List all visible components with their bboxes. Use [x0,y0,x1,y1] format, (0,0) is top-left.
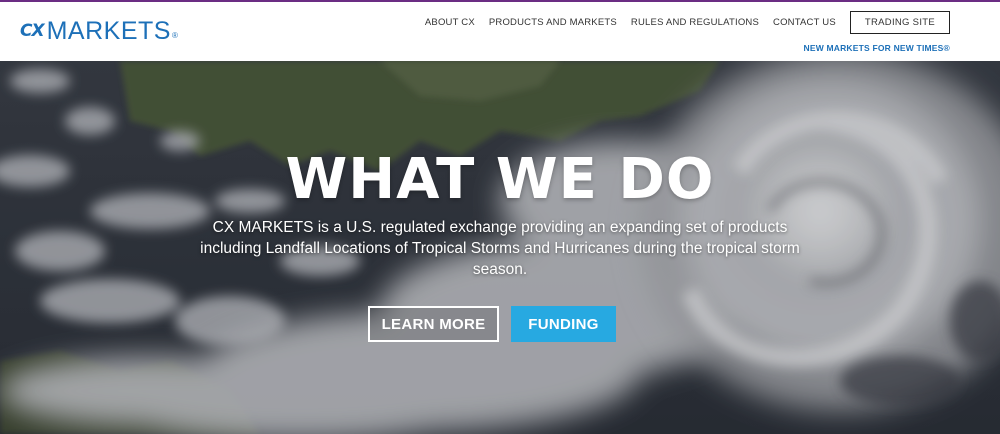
logo-cx-mark: CX [20,21,45,41]
nav-products-and-markets[interactable]: PRODUCTS AND MARKETS [489,17,617,28]
tagline: NEW MARKETS FOR NEW TIMES® [803,43,950,53]
funding-button[interactable]: FUNDING [511,306,616,342]
logo[interactable]: CX MARKETS ® [20,16,178,46]
site-header: CX MARKETS ® ABOUT CX PRODUCTS AND MARKE… [0,2,1000,61]
learn-more-button[interactable]: LEARN MORE [368,306,499,342]
hero-section: WHAT WE DO CX MARKETS is a U.S. regulate… [0,61,1000,434]
hero-title: WHAT WE DO [285,147,715,212]
trading-site-button[interactable]: TRADING SITE [849,11,950,34]
logo-registered: ® [171,31,178,40]
main-nav: ABOUT CX PRODUCTS AND MARKETS RULES AND … [411,11,950,34]
nav-contact-us[interactable]: CONTACT US [773,17,836,28]
hero-description: CX MARKETS is a U.S. regulated exchange … [200,219,800,278]
hero-content: WHAT WE DO CX MARKETS is a U.S. regulate… [0,61,1000,434]
nav-rules-and-regulations[interactable]: RULES AND REGULATIONS [631,17,759,28]
nav-about-cx[interactable]: ABOUT CX [425,17,475,28]
logo-wordmark: MARKETS [46,16,171,45]
